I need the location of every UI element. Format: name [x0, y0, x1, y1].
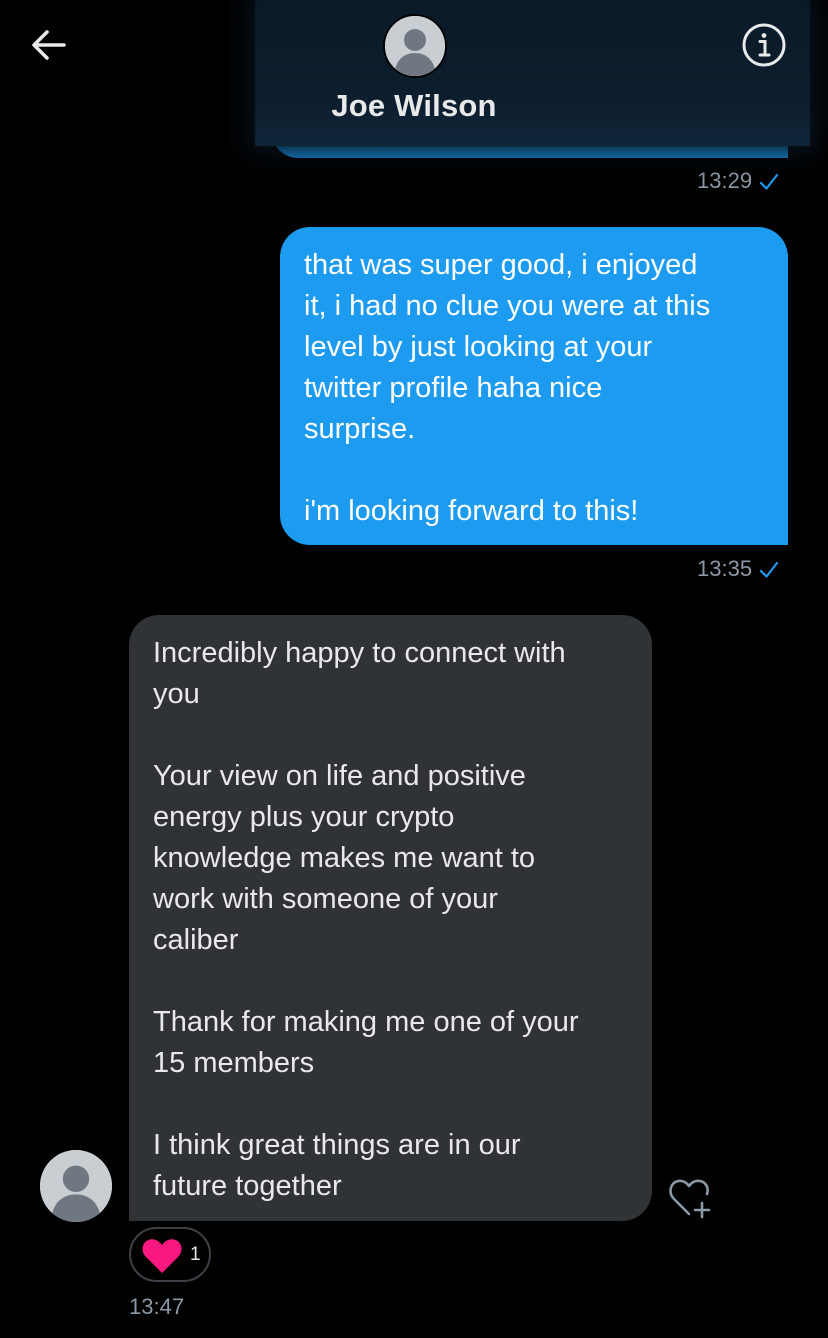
message-text: Incredibly happy to connect with you [153, 637, 566, 710]
arrow-left-icon [32, 30, 66, 60]
message-text: that was super good, i enjoyed it, i had… [304, 249, 711, 445]
message-timestamp: 13:29 [697, 168, 780, 194]
sender-avatar[interactable] [40, 1150, 112, 1222]
header-backdrop [255, 0, 810, 146]
info-circle-icon [742, 23, 786, 67]
contact-name[interactable]: Joe Wilson [0, 88, 828, 124]
timestamp-text: 13:47 [129, 1294, 185, 1319]
sent-check-icon [759, 562, 779, 578]
message-timestamp: 13:35 [697, 556, 780, 582]
message-text: I think great things are in our future t… [153, 1129, 521, 1202]
message-text: Your view on life and positive energy pl… [153, 760, 536, 956]
message-text: Thank for making me one of your 15 membe… [153, 1006, 579, 1079]
default-profile-icon [40, 1150, 112, 1222]
message-bubble-incoming[interactable]: Incredibly happy to connect with you You… [129, 615, 652, 1221]
back-button[interactable] [28, 24, 70, 66]
add-reaction-button[interactable] [668, 1176, 716, 1220]
message-timestamp: 13:47 [129, 1294, 184, 1320]
info-button[interactable] [741, 22, 787, 68]
reaction-pill[interactable]: 1 [129, 1227, 211, 1282]
timestamp-text: 13:29 [697, 168, 753, 193]
default-profile-icon [385, 16, 445, 76]
message-bubble-outgoing[interactable]: that was super good, i enjoyed it, i had… [280, 227, 788, 545]
timestamp-text: 13:35 [697, 556, 753, 581]
contact-avatar[interactable] [383, 14, 447, 78]
reaction-count: 1 [190, 1244, 201, 1265]
sent-check-icon [759, 174, 779, 190]
heart-plus-icon [669, 1179, 711, 1219]
message-text: i'm looking forward to this! [304, 495, 639, 527]
heart-icon [142, 1239, 182, 1273]
